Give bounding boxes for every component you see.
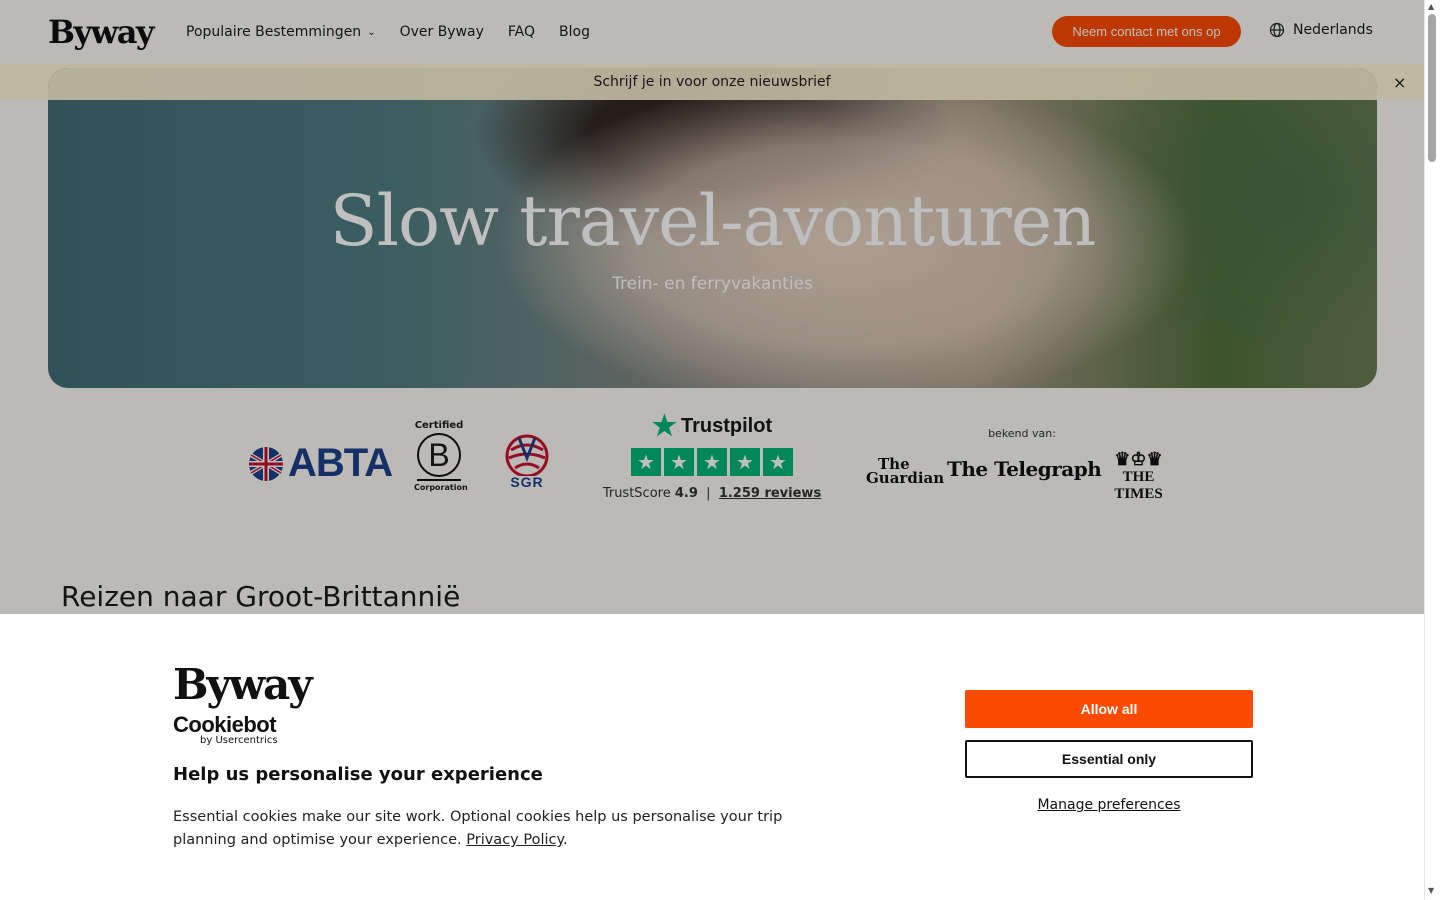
privacy-policy-link[interactable]: Privacy Policy [466, 832, 563, 848]
scrollbar-thumb[interactable] [1428, 14, 1436, 162]
allow-all-button[interactable]: Allow all [965, 690, 1253, 728]
cookie-text: Essential cookies make our site work. Op… [173, 806, 833, 852]
essential-only-button[interactable]: Essential only [965, 740, 1253, 778]
manage-preferences-link[interactable]: Manage preferences [965, 797, 1253, 813]
scroll-down-icon[interactable]: ▼ [1428, 886, 1434, 895]
scroll-up-icon[interactable]: ▲ [1428, 2, 1434, 11]
byway-logo: Byway [173, 660, 313, 709]
cookiebot-logo: Cookiebot [173, 712, 277, 737]
cookiebot-by: by Usercentrics [200, 735, 278, 746]
cookie-banner: Byway Cookiebot by Usercentrics Help us … [0, 614, 1424, 900]
cookie-text-period: . [563, 832, 568, 848]
cookie-heading: Help us personalise your experience [173, 764, 543, 785]
